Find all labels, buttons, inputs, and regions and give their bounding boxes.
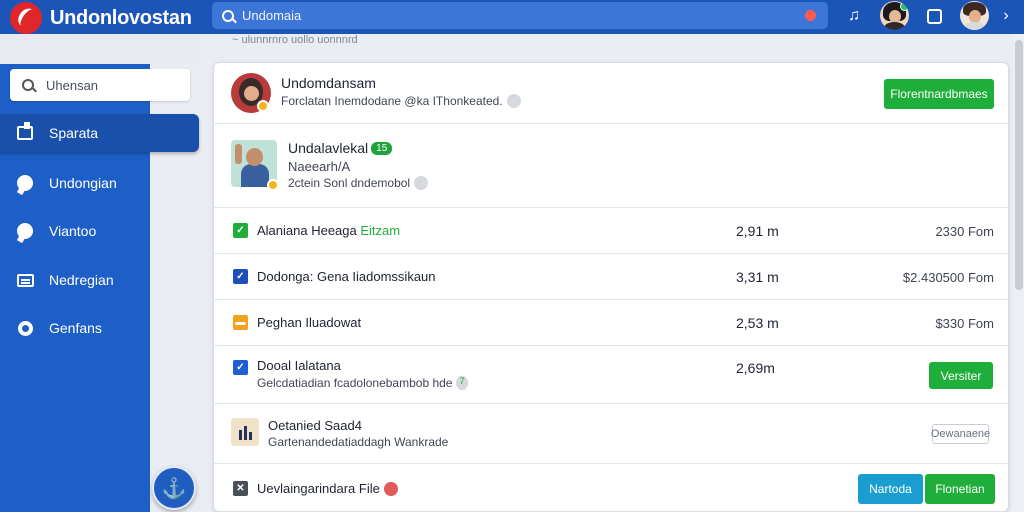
chart-document-icon [231, 418, 259, 446]
sidebar-item-label: Sparata [49, 125, 99, 141]
featured-line2: Naeearh/A [288, 159, 351, 174]
sidebar-header-strip [0, 34, 200, 64]
global-search[interactable] [212, 2, 828, 29]
anchor-fab-button[interactable]: ⚓ [152, 466, 196, 510]
table-row[interactable]: ▬ Peghan Iluadowat 2,53 m $330 Fom [214, 299, 1008, 345]
connected-subtitle: Gartenandedatiaddagh Wankrade [268, 435, 449, 449]
table-row[interactable]: ✓ Dodonga: Gena Iiadomssikaun 3,31 m $2.… [214, 253, 1008, 299]
sidebar-item-label: Genfans [49, 320, 102, 336]
sidebar-item-sparata[interactable]: Sparata [0, 114, 199, 152]
main-card: Undomdansam Forclatan Inemdodane @ka ITh… [213, 62, 1009, 512]
sidebar-item-undongian[interactable]: Undongian [0, 164, 150, 202]
avatar[interactable] [880, 1, 909, 30]
sidebar-item-viantoo[interactable]: Viantoo [0, 212, 150, 250]
row-price: 2330 Fom [935, 224, 994, 239]
row-price: $330 Fom [935, 316, 994, 331]
sidebar-search[interactable] [10, 69, 190, 101]
primary-button[interactable]: Flonetian [925, 474, 995, 504]
sidebar-search-input[interactable] [46, 77, 176, 93]
coin-badge-icon [257, 100, 269, 112]
breadcrumb: ~ ulunnrnro uollo uonnnrd [232, 34, 358, 46]
online-status-icon [900, 2, 909, 11]
table-row[interactable]: ✓ Dooal Ialatana Gelcdatiadian fcadolone… [214, 345, 1008, 403]
row-value: 2,69m [736, 360, 775, 376]
count-badge: 15 [371, 141, 393, 155]
global-search-input[interactable] [242, 8, 802, 23]
row-subtitle: Gelcdatiadian fcadolonebambob hde 7 [257, 375, 468, 391]
connected-row[interactable]: Oetanied Saad4 Gartenandedatiaddagh Wank… [214, 403, 1008, 463]
version-button[interactable]: Versiter [929, 362, 993, 389]
row-title: Alaniana Heeaga Eitzam [257, 223, 401, 238]
scrollbar-thumb[interactable] [1015, 40, 1023, 290]
profile-action-button[interactable]: Florentnardbmaes [884, 79, 994, 109]
brand[interactable]: Undonlovostan [10, 2, 192, 34]
close-icon[interactable]: ✕ [233, 481, 248, 496]
check-icon[interactable]: ✓ [233, 360, 248, 375]
sidebar-item-genfans[interactable]: Genfans [0, 309, 150, 347]
row-value: 2,53 m [736, 315, 779, 331]
table-row[interactable]: ✓ Alaniana Heeaga Eitzam 2,91 m 2330 Fom [214, 207, 1008, 253]
message-icon [16, 271, 34, 289]
chevron-right-icon[interactable]: › [995, 5, 1017, 27]
featured-row[interactable]: Undalavlekal 15 Naeearh/A 2ctein Sonl dnd… [214, 123, 1008, 207]
search-icon [22, 79, 34, 91]
sidebar-item-label: Nedregian [49, 272, 114, 288]
file-title: Uevlaingarindara File [257, 481, 398, 497]
secondary-button[interactable]: Nartoda [858, 474, 923, 504]
info-icon[interactable] [506, 93, 521, 108]
logo-icon [10, 2, 42, 34]
sidebar-item-label: Undongian [49, 175, 117, 191]
check-icon[interactable]: ▬ [233, 315, 248, 330]
music-note-icon[interactable]: ♫ [843, 5, 865, 27]
row-title: Peghan Iluadowat [257, 315, 362, 330]
top-bar: Undonlovostan ♫ › [0, 0, 1024, 34]
gear-icon [16, 319, 34, 337]
search-icon [222, 9, 234, 22]
record-icon[interactable] [805, 10, 816, 21]
alert-icon [383, 481, 398, 496]
chat-bubble-icon [16, 174, 34, 192]
profile-subtitle: Forclatan Inemdodane @ka IThonkeated. [281, 93, 521, 109]
info-icon[interactable] [414, 175, 429, 190]
connected-action-button[interactable]: Oewanaene [931, 424, 990, 444]
check-icon[interactable]: ✓ [233, 223, 248, 238]
count-badge: 7 [456, 375, 468, 390]
coin-badge-icon [267, 179, 279, 191]
sidebar-item-label: Viantoo [49, 223, 97, 239]
connected-title: Oetanied Saad4 [268, 418, 362, 433]
profile-name: Undomdansam [281, 75, 376, 91]
avatar[interactable] [960, 1, 989, 30]
row-value: 2,91 m [736, 223, 779, 239]
featured-line3: 2ctein Sonl dndemobol [288, 175, 429, 191]
sidebar-item-nedregian[interactable]: Nedregian [0, 261, 150, 299]
book-icon [16, 122, 34, 142]
square-icon[interactable] [923, 5, 945, 27]
row-title: Dooal Ialatana [257, 358, 341, 373]
comment-icon [16, 222, 34, 240]
file-row[interactable]: ✕ Uevlaingarindara File Nartoda Flonetia… [214, 463, 1008, 511]
anchor-icon: ⚓ [161, 477, 187, 500]
row-value: 3,31 m [736, 269, 779, 285]
check-icon[interactable]: ✓ [233, 269, 248, 284]
row-title: Dodonga: Gena Iiadomssikaun [257, 269, 436, 284]
row-price: $2.430500 Fom [902, 270, 994, 285]
app-title: Undonlovostan [50, 6, 192, 29]
featured-name: Undalavlekal 15 [288, 140, 393, 156]
